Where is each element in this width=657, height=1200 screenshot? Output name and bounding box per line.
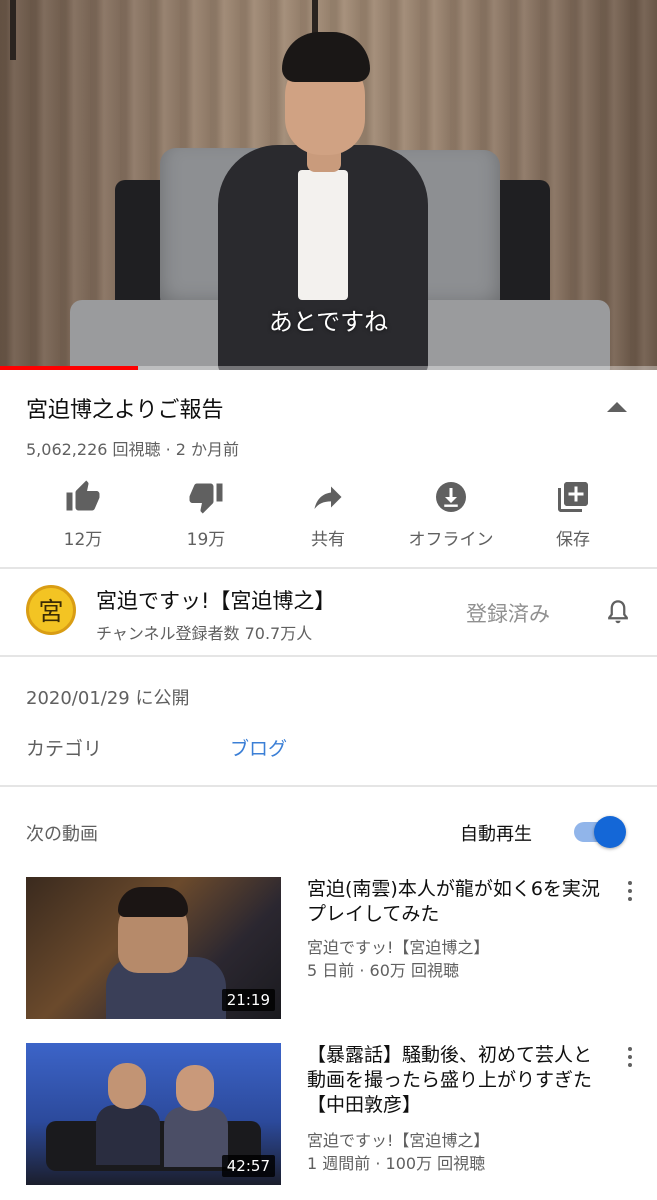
- save-label: 保存: [556, 530, 590, 550]
- subscribed-button[interactable]: 登録済み: [466, 598, 550, 628]
- channel-avatar[interactable]: 宮: [26, 585, 76, 635]
- save-to-playlist-button[interactable]: 保存: [518, 475, 628, 550]
- channel-name[interactable]: 宮迫ですッ!【宮迫博之】: [96, 585, 335, 615]
- like-button[interactable]: 12万: [28, 475, 138, 550]
- offline-download-button[interactable]: オフライン: [396, 475, 506, 550]
- video-player[interactable]: あとですね: [0, 0, 657, 370]
- action-bar: 12万 19万 共有 オフライン 保存: [0, 475, 657, 555]
- list-item[interactable]: 42:57 【暴露話】騒動後、初めて芸人と動画を撮ったら盛り上がりすぎた【中田敦…: [0, 1043, 657, 1185]
- video-thumbnail[interactable]: 21:19: [26, 877, 281, 1019]
- video-subtitle: あとですね: [268, 308, 389, 336]
- divider: [0, 785, 657, 787]
- list-item[interactable]: 21:19 宮迫(南雲)本人が龍が如く6を実況プレイしてみた 宮迫ですッ!【宮迫…: [0, 877, 657, 1019]
- video-title: 宮迫博之よりご報告: [26, 398, 224, 423]
- thumbs-up-icon: [66, 480, 100, 511]
- add-to-playlist-icon: [558, 482, 588, 512]
- more-vert-icon[interactable]: [624, 881, 636, 903]
- thumbs-down-icon: [189, 483, 223, 514]
- autoplay-label: 自動再生: [460, 824, 532, 845]
- thumbnail-figure: [108, 1063, 146, 1109]
- video-channel: 宮迫ですッ!【宮迫博之】: [307, 938, 490, 957]
- subscriber-count: チャンネル登録者数 70.7万人: [96, 624, 313, 643]
- thumbnail-figure: [176, 1065, 214, 1111]
- notification-bell-icon[interactable]: [603, 596, 633, 632]
- video-duration: 21:19: [221, 989, 275, 1011]
- like-count: 12万: [63, 530, 103, 550]
- thumbnail-figure: [164, 1107, 228, 1167]
- divider: [0, 655, 657, 657]
- curtain-pole: [10, 0, 16, 60]
- autoplay-toggle-knob[interactable]: [594, 816, 626, 848]
- video-title[interactable]: 【暴露話】騒動後、初めて芸人と動画を撮ったら盛り上がりすぎた【中田敦彦】: [307, 1043, 607, 1118]
- share-label: 共有: [311, 530, 345, 550]
- view-count-meta: 5,062,226 回視聴 · 2 か月前: [26, 440, 240, 459]
- video-title[interactable]: 宮迫(南雲)本人が龍が如く6を実況プレイしてみた: [307, 877, 607, 927]
- more-vert-icon[interactable]: [624, 1047, 636, 1069]
- video-meta: 1 週間前 · 100万 回視聴: [307, 1154, 486, 1173]
- share-arrow-icon: [314, 486, 342, 509]
- category-link[interactable]: ブログ: [230, 734, 287, 761]
- person-shirt: [298, 170, 348, 300]
- video-meta: 5 日前 · 60万 回視聴: [307, 961, 459, 980]
- offline-label: オフライン: [408, 530, 494, 550]
- thumbnail-figure: [96, 1105, 160, 1165]
- published-date: 2020/01/29 に公開: [26, 688, 190, 709]
- up-next-heading: 次の動画: [26, 824, 98, 845]
- progress-bar[interactable]: [0, 366, 138, 370]
- dislike-button[interactable]: 19万: [151, 475, 261, 550]
- collapse-chevron-icon[interactable]: [607, 402, 627, 412]
- category-label: カテゴリ: [26, 738, 103, 760]
- video-duration: 42:57: [221, 1155, 275, 1177]
- share-button[interactable]: 共有: [273, 475, 383, 550]
- download-icon: [436, 482, 466, 512]
- video-thumbnail[interactable]: 42:57: [26, 1043, 281, 1185]
- thumbnail-figure: [118, 887, 188, 917]
- divider: [0, 567, 657, 569]
- dislike-count: 19万: [186, 530, 226, 550]
- video-channel: 宮迫ですッ!【宮迫博之】: [307, 1131, 490, 1150]
